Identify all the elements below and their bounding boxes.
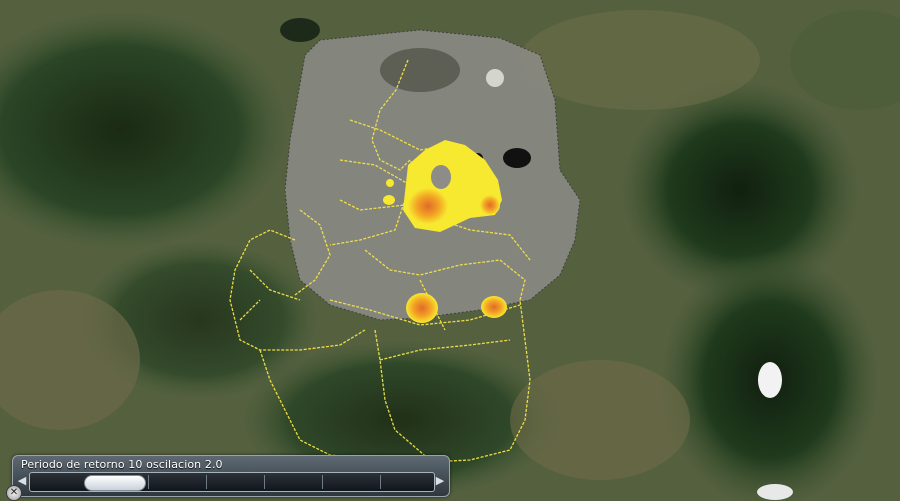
close-icon[interactable]: ✕ <box>6 485 22 501</box>
time-slider-panel: Periodo de retorno 10 oscilacion 2.0 ◀ ▶ <box>12 455 450 497</box>
time-slider-label: Periodo de retorno 10 oscilacion 2.0 <box>21 458 223 471</box>
time-slider-track[interactable] <box>29 472 435 492</box>
chevron-right-icon[interactable]: ▶ <box>433 472 447 490</box>
time-slider-thumb[interactable] <box>84 475 146 491</box>
urban-dark-patch <box>380 48 460 92</box>
map-viewport[interactable]: Periodo de retorno 10 oscilacion 2.0 ◀ ▶… <box>0 0 900 501</box>
map-canvas[interactable] <box>0 0 900 501</box>
stadium <box>486 69 504 87</box>
lake <box>503 148 531 168</box>
